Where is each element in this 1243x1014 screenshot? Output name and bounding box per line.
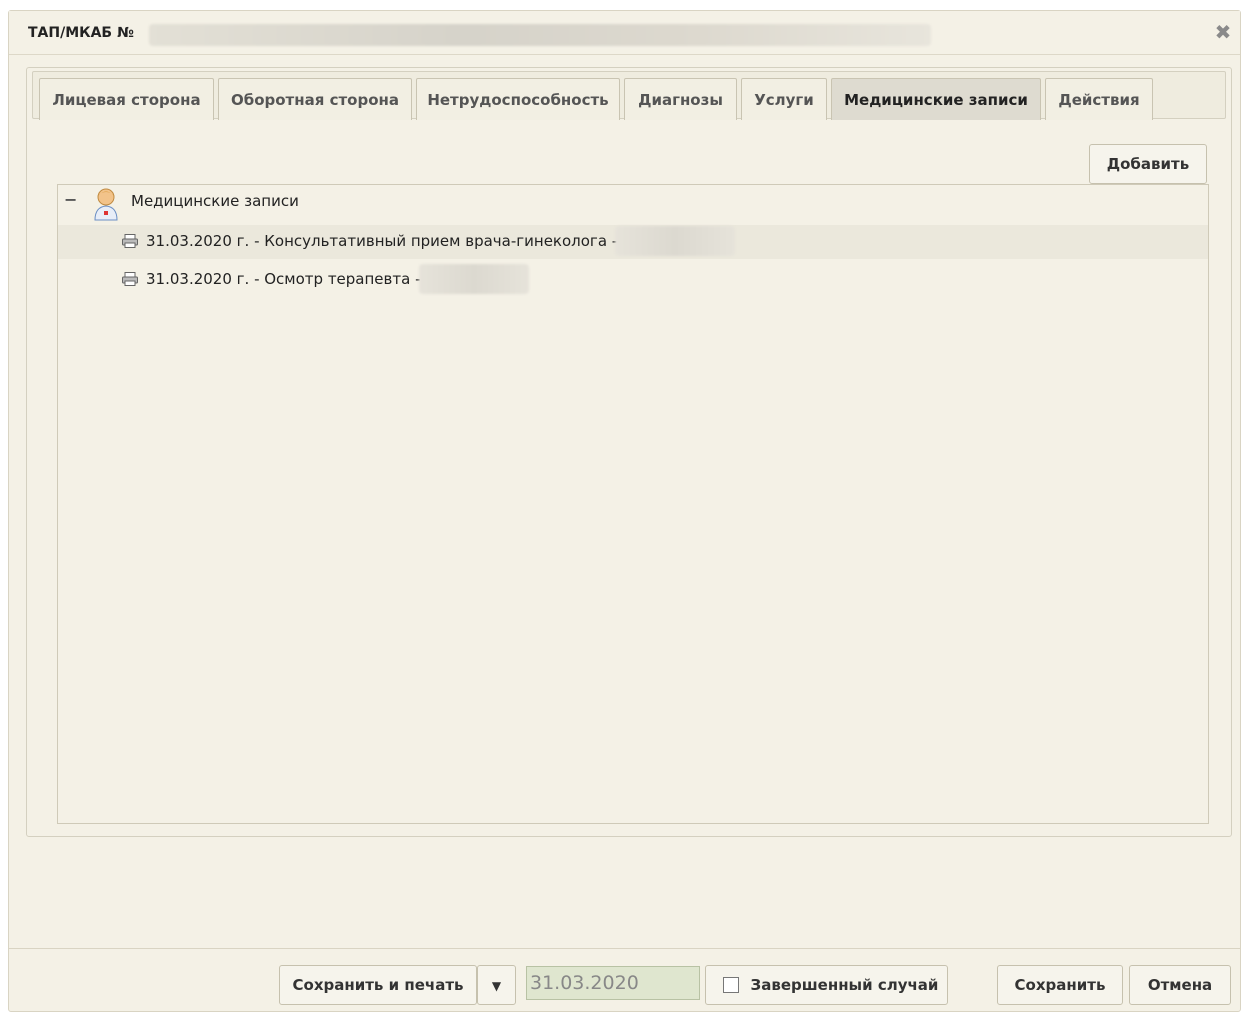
- tree-root-label: Медицинские записи: [131, 192, 299, 210]
- collapse-icon[interactable]: −: [64, 190, 78, 209]
- completed-case-label: Завершенный случай: [750, 976, 939, 994]
- tab-bar: Лицевая сторона Оборотная сторона Нетруд…: [32, 71, 1226, 120]
- tab-diagnoses[interactable]: Диагнозы: [624, 78, 737, 120]
- tree-item-label: 31.03.2020 г. - Осмотр терапевта -: [146, 270, 421, 288]
- tab-panel: Лицевая сторона Оборотная сторона Нетруд…: [26, 67, 1232, 837]
- checkbox-icon[interactable]: [723, 977, 739, 993]
- print-icon: [122, 272, 138, 286]
- cancel-button[interactable]: Отмена: [1129, 965, 1231, 1005]
- completed-case-checkbox[interactable]: Завершенный случай: [705, 965, 948, 1005]
- save-print-dropdown-button[interactable]: ▼: [477, 965, 516, 1005]
- tab-actions[interactable]: Действия: [1045, 78, 1153, 120]
- tab-services[interactable]: Услуги: [741, 78, 827, 120]
- save-and-print-button[interactable]: Сохранить и печать: [279, 965, 477, 1005]
- redacted-value: [615, 226, 735, 256]
- tab-front-side[interactable]: Лицевая сторона: [39, 78, 214, 120]
- tree-item[interactable]: 31.03.2020 г. - Консультативный прием вр…: [58, 225, 1208, 259]
- tab-disability[interactable]: Нетрудоспособность: [416, 78, 620, 120]
- medical-records-tree: − Медицинские записи 31.03.2020 г. - Кон…: [57, 184, 1209, 824]
- window-title: ТАП/МКАБ №: [28, 25, 134, 41]
- redacted-value: [419, 264, 529, 294]
- tap-mkab-window: ТАП/МКАБ № ✖ Лицевая сторона Оборотная с…: [8, 10, 1241, 1012]
- save-button[interactable]: Сохранить: [997, 965, 1123, 1005]
- tree-item[interactable]: 31.03.2020 г. - Осмотр терапевта -: [58, 263, 1208, 297]
- title-redacted-value: [149, 24, 931, 46]
- tab-back-side[interactable]: Оборотная сторона: [218, 78, 412, 120]
- window-titlebar: ТАП/МКАБ № ✖: [9, 11, 1240, 55]
- add-button[interactable]: Добавить: [1089, 144, 1207, 184]
- tab-medical-records[interactable]: Медицинские записи: [831, 78, 1041, 120]
- date-field[interactable]: 31.03.2020: [526, 966, 700, 1000]
- close-icon[interactable]: ✖: [1212, 21, 1234, 43]
- tree-item-label: 31.03.2020 г. - Консультативный прием вр…: [146, 232, 618, 250]
- doctor-icon: [94, 188, 118, 221]
- tree-root-node[interactable]: − Медицинские записи: [58, 185, 1208, 221]
- caret-down-icon: ▼: [491, 979, 502, 993]
- print-icon: [122, 234, 138, 248]
- footer-divider: [9, 948, 1240, 949]
